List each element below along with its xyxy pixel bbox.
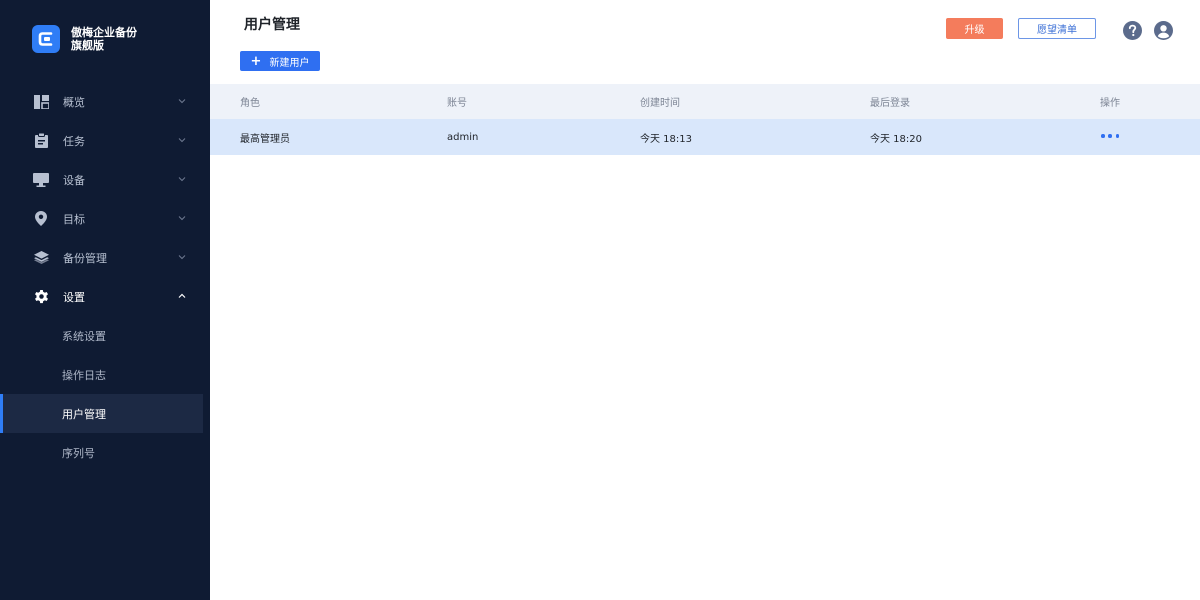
- cell-created: 今天 18:13: [640, 133, 692, 145]
- sidebar-item-label: 目标: [63, 212, 85, 226]
- sidebar-item-settings[interactable]: 设置: [0, 277, 210, 316]
- column-header-role[interactable]: 角色: [240, 94, 260, 109]
- more-actions-icon[interactable]: [1101, 132, 1119, 140]
- brand-name: 傲梅企业备份: [71, 26, 137, 39]
- new-user-label: 新建用户: [269, 57, 310, 69]
- sidebar-subitem-serial-number[interactable]: 序列号: [0, 433, 210, 472]
- brand-logo-icon: [32, 25, 60, 53]
- chevron-down-icon: [178, 177, 186, 182]
- dot: [1108, 134, 1112, 138]
- sidebar-item-label: 设置: [63, 290, 85, 304]
- sidebar-item-targets[interactable]: 目标: [0, 199, 210, 238]
- chevron-down-icon: [178, 216, 186, 221]
- monitor-icon: [33, 172, 49, 188]
- sidebar-item-label: 备份管理: [63, 251, 107, 265]
- brand-edition: 旗舰版: [71, 39, 104, 52]
- sidebar-item-backup-management[interactable]: 备份管理: [0, 238, 210, 277]
- cell-last-login: 今天 18:20: [870, 133, 922, 145]
- sidebar-item-label: 任务: [63, 134, 85, 148]
- dot: [1101, 134, 1105, 138]
- table-row[interactable]: 最高管理员 admin 今天 18:13 今天 18:20: [210, 119, 1200, 155]
- column-header-account[interactable]: 账号: [447, 94, 467, 109]
- help-icon[interactable]: [1123, 21, 1142, 40]
- cell-role: 最高管理员: [240, 133, 290, 145]
- main-content: 用户管理 + 新建用户 升级 愿望清单 角色 账号 创建时间 最后登录 操作 最…: [210, 0, 1200, 600]
- wishlist-button[interactable]: 愿望清单: [1018, 18, 1096, 39]
- sidebar-item-label: 设备: [63, 173, 85, 187]
- column-header-last-login[interactable]: 最后登录: [870, 94, 910, 109]
- column-header-actions: 操作: [1100, 98, 1120, 109]
- sidebar-subitem-user-management[interactable]: 用户管理: [0, 394, 203, 433]
- column-header-created[interactable]: 创建时间: [640, 94, 680, 109]
- page-title: 用户管理: [244, 17, 300, 33]
- users-table: 角色 账号 创建时间 最后登录 操作 最高管理员 admin 今天 18:13 …: [210, 84, 1200, 155]
- sidebar-subitem-system-settings[interactable]: 系统设置: [0, 316, 210, 355]
- cell-account: admin: [447, 131, 479, 143]
- chevron-down-icon: [178, 99, 186, 104]
- upgrade-button[interactable]: 升级: [946, 18, 1003, 39]
- chevron-up-icon: [178, 293, 186, 298]
- sidebar-item-devices[interactable]: 设备: [0, 160, 210, 199]
- sidebar-item-tasks[interactable]: 任务: [0, 121, 210, 160]
- chevron-down-icon: [178, 255, 186, 260]
- table-header: 角色 账号 创建时间 最后登录 操作: [210, 84, 1200, 119]
- clipboard-icon: [33, 133, 49, 149]
- user-avatar-icon[interactable]: [1154, 21, 1173, 40]
- sidebar-subitem-operation-log[interactable]: 操作日志: [0, 355, 210, 394]
- sidebar-nav: 概览 任务 设备 目标 备份管理 设置 系统设置 操作日志 用户管理 序列号: [0, 82, 210, 472]
- chevron-down-icon: [178, 138, 186, 143]
- dashboard-icon: [33, 94, 49, 110]
- brand: 傲梅企业备份 旗舰版: [32, 25, 137, 53]
- dot: [1115, 134, 1119, 138]
- new-user-button[interactable]: + 新建用户: [240, 51, 320, 71]
- sidebar-item-label: 概览: [63, 95, 85, 109]
- gear-icon: [33, 289, 49, 305]
- plus-icon: +: [250, 53, 262, 69]
- sidebar-item-overview[interactable]: 概览: [0, 82, 210, 121]
- layers-icon: [33, 250, 49, 266]
- location-pin-icon: [33, 211, 49, 227]
- sidebar: 傲梅企业备份 旗舰版 概览 任务 设备 目标 备份管理 设置 系统设置 操作日志…: [0, 0, 214, 600]
